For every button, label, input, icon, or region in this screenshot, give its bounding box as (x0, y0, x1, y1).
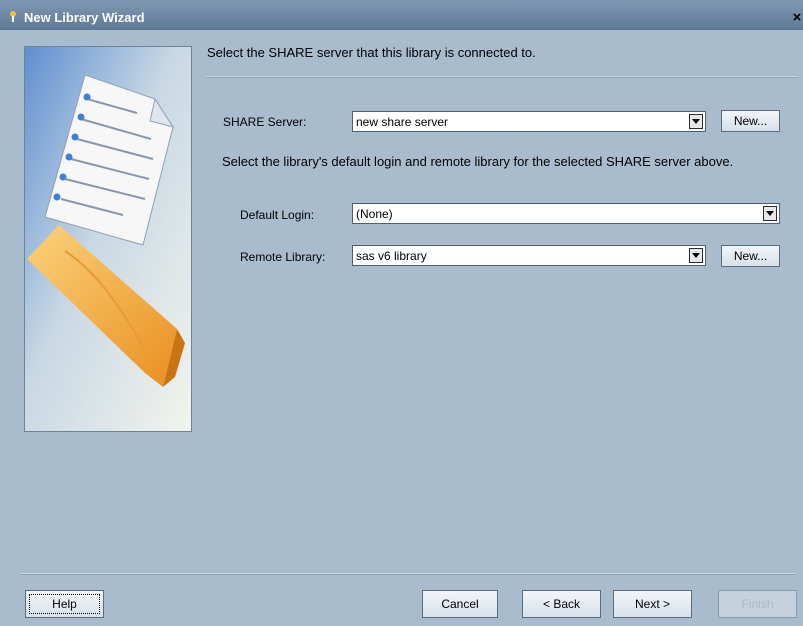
chevron-down-icon[interactable] (763, 206, 777, 221)
title-bar[interactable]: New Library Wizard × (0, 0, 803, 30)
default-login-value: (None) (356, 207, 393, 221)
new-share-server-button[interactable]: New... (721, 110, 780, 132)
default-login-dropdown[interactable]: (None) (352, 203, 780, 224)
remote-library-value: sas v6 library (356, 249, 427, 263)
page-heading: Select the SHARE server that this librar… (207, 45, 536, 60)
remote-library-dropdown[interactable]: sas v6 library (352, 245, 706, 266)
chevron-down-icon[interactable] (689, 114, 703, 129)
share-server-dropdown[interactable]: new share server (352, 111, 706, 132)
footer-separator (20, 573, 796, 575)
default-login-label: Default Login: (240, 208, 315, 222)
finish-button[interactable]: Finish (718, 590, 797, 618)
wizard-icon (10, 11, 16, 22)
share-server-label: SHARE Server: (223, 115, 307, 129)
cancel-button[interactable]: Cancel (422, 590, 498, 618)
close-icon[interactable]: × (791, 10, 803, 25)
remote-library-label: Remote Library: (240, 250, 326, 264)
new-remote-library-button[interactable]: New... (721, 245, 780, 267)
help-button[interactable]: Help (25, 590, 104, 618)
share-server-value: new share server (356, 115, 449, 129)
back-button[interactable]: < Back (522, 590, 601, 618)
wizard-illustration (24, 46, 192, 432)
next-button[interactable]: Next > (613, 590, 692, 618)
header-separator (206, 76, 796, 78)
focus-ring (29, 594, 100, 614)
window-title: New Library Wizard (24, 10, 145, 25)
chevron-down-icon[interactable] (689, 248, 703, 263)
description-text: Select the library's default login and r… (222, 154, 734, 169)
